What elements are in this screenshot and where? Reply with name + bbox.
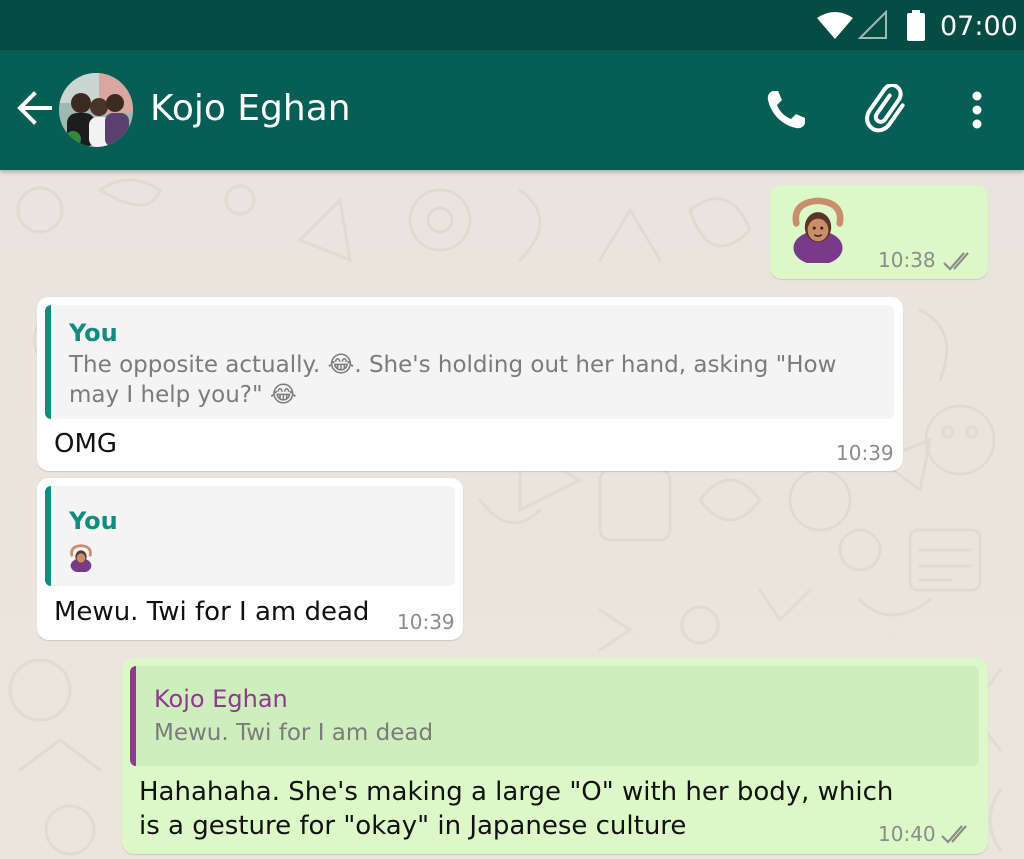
- wifi-icon: [817, 12, 853, 39]
- woman-gesturing-ok-emoji: [792, 197, 844, 263]
- message-bubble-outgoing[interactable]: Kojo Eghan Mewu. Twi for I am dead Hahah…: [122, 658, 988, 854]
- quote-text: The opposite actually. 😂. She's holding …: [69, 352, 837, 408]
- quote-accent-bar: [45, 305, 51, 419]
- back-arrow-icon[interactable]: [14, 88, 54, 128]
- paperclip-icon[interactable]: [863, 84, 913, 134]
- double-check-icon: [941, 825, 967, 844]
- message-time: 10:39: [836, 441, 894, 465]
- message-time: 10:38: [878, 248, 936, 272]
- more-options-icon[interactable]: [962, 88, 992, 132]
- phone-icon[interactable]: [764, 88, 808, 132]
- double-check-icon: [943, 252, 969, 271]
- woman-gesturing-ok-emoji: [70, 544, 92, 572]
- quoted-message[interactable]: Kojo Eghan Mewu. Twi for I am dead: [130, 666, 979, 766]
- message-bubble-incoming[interactable]: You Mewu. Twi for I am dead 10:39: [37, 478, 463, 640]
- quote-accent-bar: [45, 486, 51, 586]
- quote-text: Mewu. Twi for I am dead: [154, 720, 434, 746]
- quote-author: You: [69, 319, 118, 347]
- quote-accent-bar: [130, 666, 136, 766]
- message-text: OMG: [54, 429, 118, 459]
- message-time: 10:40: [878, 822, 936, 846]
- chat-area[interactable]: 10:38 You The opposite actually. 😂. She'…: [0, 170, 1024, 859]
- quoted-message[interactable]: You: [45, 486, 455, 586]
- message-bubble-incoming[interactable]: You The opposite actually. 😂. She's hold…: [37, 297, 903, 471]
- status-bar: 07:00: [0, 0, 1024, 50]
- contact-name[interactable]: Kojo Eghan: [150, 88, 351, 129]
- message-bubble-outgoing[interactable]: 10:38: [770, 185, 988, 279]
- contact-avatar[interactable]: [59, 73, 133, 147]
- battery-icon: [907, 10, 925, 41]
- quote-author: You: [69, 507, 118, 535]
- chat-header: Kojo Eghan: [0, 50, 1024, 170]
- cell-signal-icon: [858, 10, 887, 39]
- status-clock: 07:00: [940, 11, 1018, 42]
- quote-author: Kojo Eghan: [154, 685, 288, 713]
- quoted-message[interactable]: You The opposite actually. 😂. She's hold…: [45, 305, 894, 419]
- message-text: Hahahaha. She's making a large "O" with …: [139, 777, 894, 841]
- message-time: 10:39: [397, 610, 455, 634]
- message-text: Mewu. Twi for I am dead: [54, 597, 370, 627]
